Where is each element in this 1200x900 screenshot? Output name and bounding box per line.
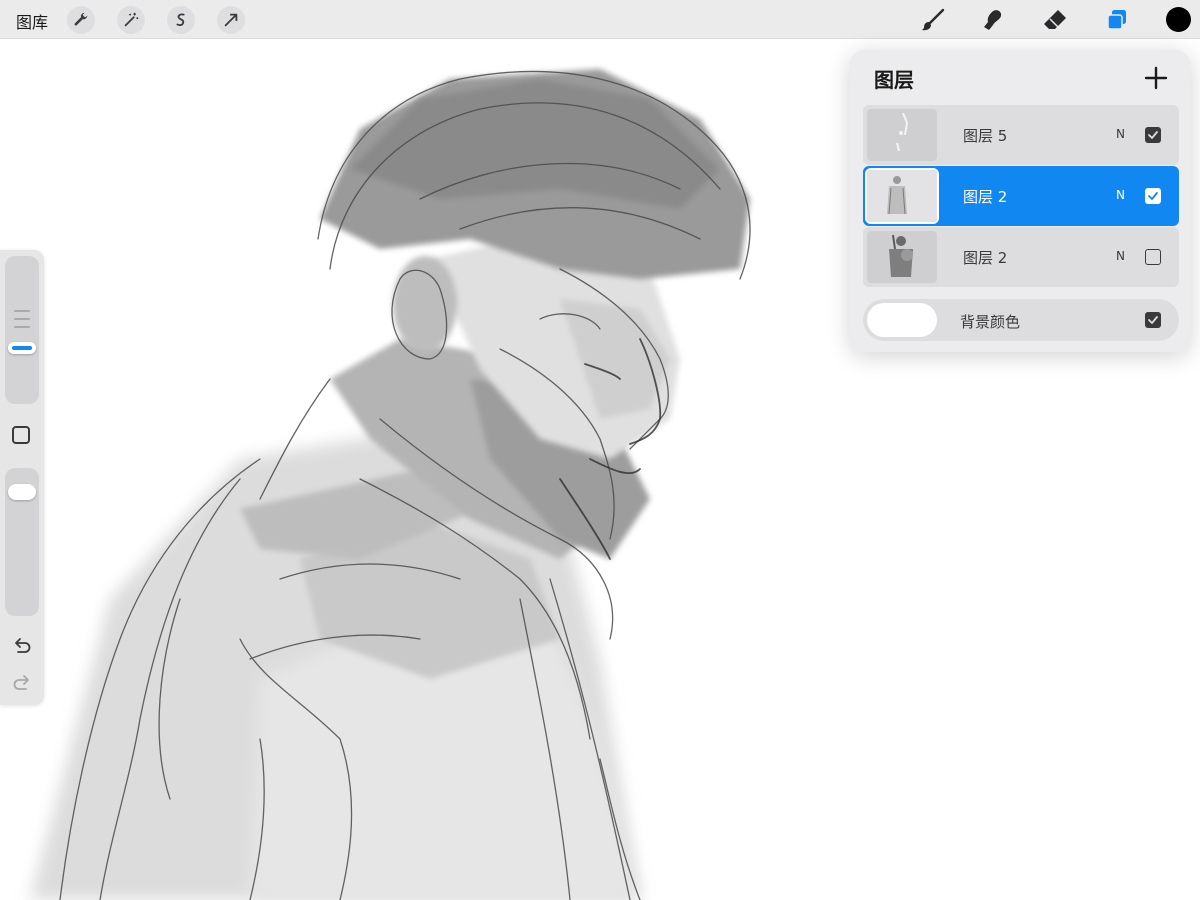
background-visibility-checkbox[interactable] [1145,312,1161,328]
size-tick-marks [14,310,30,334]
undo-icon[interactable] [11,635,33,657]
brush-size-slider[interactable] [5,256,39,404]
redo-icon[interactable] [11,672,33,694]
wrench-icon[interactable] [67,6,95,34]
blend-mode-label[interactable]: N [1116,188,1125,202]
smudge-icon[interactable] [977,4,1009,36]
top-toolbar: 图库 [0,0,1200,39]
layer-visibility-checkbox[interactable] [1145,249,1161,265]
brush-icon[interactable] [917,4,949,36]
add-layer-icon[interactable] [1144,66,1168,90]
brush-size-slider-thumb[interactable] [8,342,36,354]
panel-title: 图层 [874,68,914,92]
eraser-icon[interactable] [1039,4,1071,36]
layer-row[interactable]: 图层 5 N [863,105,1179,165]
background-color-label: 背景颜色 [960,313,1021,331]
layer-row[interactable]: 图层 2 N [863,227,1179,287]
background-color-row[interactable]: 背景颜色 [863,299,1179,341]
layers-panel: 图层 图层 5 N 图层 2 N 图层 2 N 背景颜色 [850,50,1190,352]
layer-thumbnail [865,168,939,224]
blend-mode-label[interactable]: N [1116,127,1125,141]
layer-visibility-checkbox[interactable] [1145,127,1161,143]
color-picker-swatch[interactable] [1166,7,1191,32]
layer-thumbnail [867,109,937,161]
layer-name: 图层 2 [963,249,1008,267]
layers-icon[interactable] [1101,4,1133,36]
transform-arrow-icon[interactable] [217,6,245,34]
magic-wand-icon[interactable] [117,6,145,34]
layer-thumbnail [867,231,937,283]
layer-row-selected[interactable]: 图层 2 N [863,166,1179,226]
opacity-slider[interactable] [5,468,39,616]
opacity-slider-thumb[interactable] [8,484,36,500]
selection-icon[interactable] [167,6,195,34]
gallery-button[interactable]: 图库 [16,9,48,33]
left-sidebar [0,250,44,705]
layer-name: 图层 5 [963,127,1008,145]
background-color-swatch[interactable] [867,303,937,337]
layer-name: 图层 2 [963,188,1008,206]
layer-visibility-checkbox[interactable] [1145,188,1161,204]
modify-button[interactable] [12,426,30,444]
blend-mode-label[interactable]: N [1116,249,1125,263]
